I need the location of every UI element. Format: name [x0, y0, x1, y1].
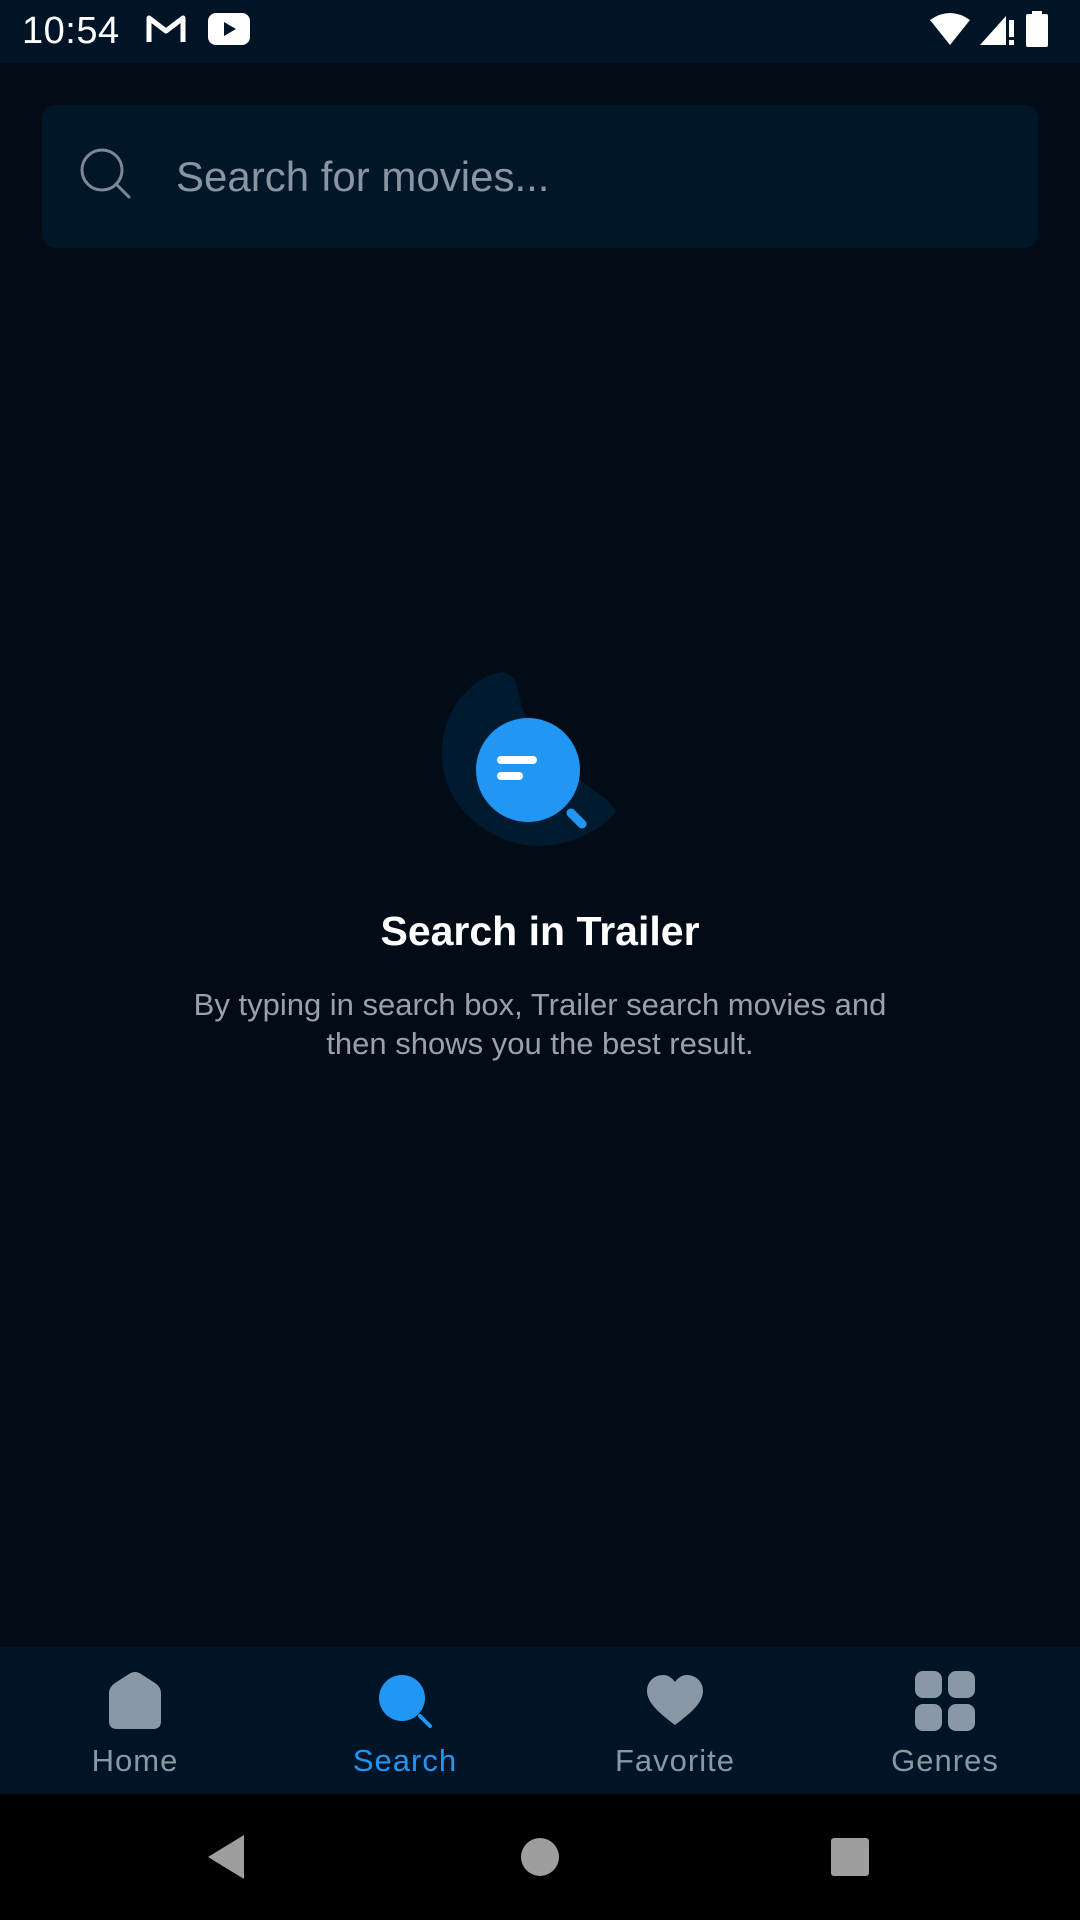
heart-icon [643, 1669, 707, 1733]
screen: 10:54 Search for movies... Search in Tra… [0, 0, 1080, 1920]
search-icon [78, 146, 134, 207]
search-input[interactable] [176, 152, 996, 201]
nav-label-favorite: Favorite [615, 1743, 735, 1778]
bottom-navigation: Home Search Favorite Genres [0, 1647, 1080, 1794]
system-navigation-bar [0, 1794, 1080, 1920]
nav-label-genres: Genres [891, 1743, 999, 1778]
home-icon [103, 1669, 167, 1733]
status-time: 10:54 [22, 10, 120, 52]
youtube-icon [207, 13, 250, 50]
gmail-icon [146, 14, 186, 49]
nav-label-home: Home [91, 1743, 179, 1778]
signal-icon [980, 12, 1016, 51]
battery-icon [1026, 11, 1048, 52]
recents-icon[interactable] [810, 1817, 890, 1897]
nav-item-search[interactable]: Search [270, 1647, 540, 1794]
nav-item-home[interactable]: Home [0, 1647, 270, 1794]
status-left-icons [146, 13, 250, 50]
grid-icon [913, 1669, 977, 1733]
status-right-icons [930, 11, 1048, 52]
search-illustration [436, 664, 620, 864]
search-icon [373, 1669, 437, 1733]
nav-item-favorite[interactable]: Favorite [540, 1647, 810, 1794]
status-bar: 10:54 [0, 0, 1080, 63]
empty-state-title: Search in Trailer [380, 908, 700, 954]
home-circle-icon[interactable] [500, 1817, 580, 1897]
search-box[interactable] [42, 105, 1038, 248]
empty-state-description: By typing in search box, Trailer search … [193, 987, 887, 1061]
back-icon[interactable] [186, 1817, 266, 1897]
nav-item-genres[interactable]: Genres [810, 1647, 1080, 1794]
nav-label-search: Search [352, 1743, 458, 1778]
wifi-icon [930, 12, 970, 51]
